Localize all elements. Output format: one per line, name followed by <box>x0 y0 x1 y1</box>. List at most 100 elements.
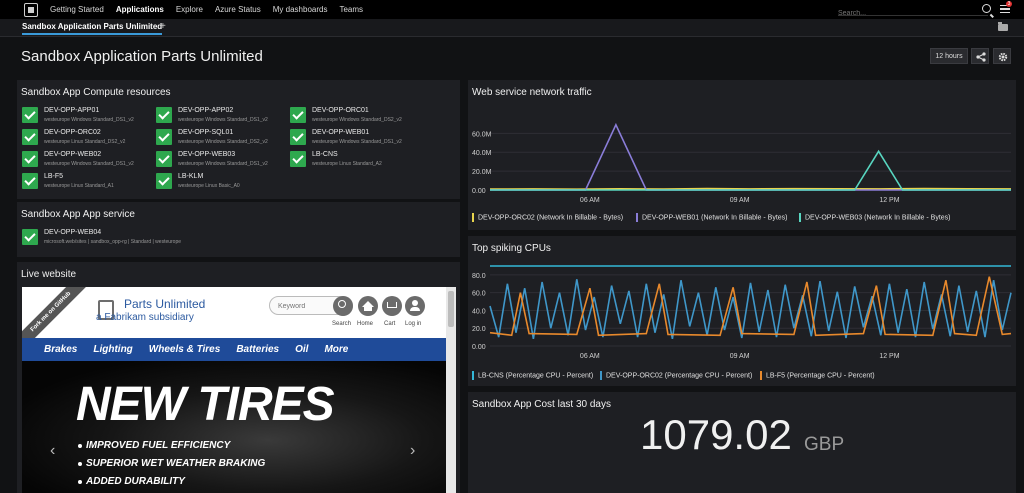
site-search-input[interactable] <box>278 300 338 312</box>
nav-more[interactable]: More <box>324 344 348 355</box>
user-icon <box>410 300 420 311</box>
nav-teams[interactable]: Teams <box>339 5 363 14</box>
resource-item[interactable]: LB-F5 westeurope Linux Standard_A1 <box>22 172 156 192</box>
resource-name: DEV-OPP-SQL01 <box>178 129 234 136</box>
resource-item[interactable]: DEV-OPP-WEB01 westeurope Windows Standard… <box>290 128 424 148</box>
share-button[interactable] <box>971 48 989 64</box>
legend-swatch <box>472 213 474 222</box>
hero-bullet: IMPROVED FUEL EFFICIENCY <box>77 440 231 451</box>
time-range-button[interactable]: 12 hours <box>930 48 968 64</box>
legend-label: DEV-OPP-ORC02 (Percentage CPU - Percent) <box>606 372 753 380</box>
resource-name: DEV-OPP-WEB01 <box>312 129 370 136</box>
scrollbar-thumb[interactable] <box>448 291 454 327</box>
site-cart-button[interactable] <box>382 296 402 316</box>
site-login-button[interactable] <box>405 296 425 316</box>
hero-bullet: SUPERIOR WET WEATHER BRAKING <box>77 458 266 469</box>
y-tick-label: 60.0M <box>472 131 492 138</box>
cost-title: Sandbox App Cost last 30 days <box>472 399 611 410</box>
legend-item[interactable]: DEV-OPP-WEB03 (Network In Billable - Byt… <box>799 213 951 222</box>
legend-item[interactable]: LB-F5 (Percentage CPU - Percent) <box>760 371 875 380</box>
resource-description: westeurope Windows Standard_DS1_v2 <box>178 117 268 123</box>
y-tick-label: 0.00 <box>472 344 486 351</box>
carousel-prev-icon[interactable]: ‹ <box>50 442 55 460</box>
home-label: Home <box>357 321 374 327</box>
legend-label: LB-CNS (Percentage CPU - Percent) <box>478 372 594 380</box>
resource-item[interactable]: DEV-OPP-WEB04 microsoft.web/sites | sand… <box>22 228 322 248</box>
nav-explore[interactable]: Explore <box>176 5 203 14</box>
site-search-button[interactable] <box>333 296 353 316</box>
resource-name: DEV-OPP-WEB04 <box>44 229 102 236</box>
carousel-next-icon[interactable]: › <box>410 442 415 460</box>
legend-swatch <box>472 371 474 380</box>
settings-button[interactable] <box>993 48 1011 64</box>
resource-item[interactable]: DEV-OPP-ORC01 westeurope Windows Standard… <box>290 106 424 126</box>
legend-item[interactable]: DEV-OPP-ORC02 (Network In Billable - Byt… <box>472 213 623 222</box>
check-icon <box>22 107 38 123</box>
tab-sandbox-application[interactable]: Sandbox Application Parts Unlimited <box>22 22 163 35</box>
resource-name: DEV-OPP-ORC01 <box>312 107 369 114</box>
nav-applications[interactable]: Applications <box>116 5 164 14</box>
check-icon <box>156 129 172 145</box>
site-scrollbar[interactable] <box>446 287 456 493</box>
nav-oil[interactable]: Oil <box>295 344 308 355</box>
resource-name: DEV-OPP-WEB03 <box>178 151 236 158</box>
resource-name: DEV-OPP-WEB02 <box>44 151 102 158</box>
network-traffic-panel: Web service network traffic 0.00 20.0M 40.… <box>468 80 1016 230</box>
resource-item[interactable]: DEV-OPP-APP01 westeurope Windows Standard… <box>22 106 156 126</box>
cost-value: 1079.02 <box>640 411 792 458</box>
resource-item[interactable]: DEV-OPP-WEB02 westeurope Windows Standard… <box>22 150 156 170</box>
resource-item[interactable]: DEV-OPP-WEB03 westeurope Windows Standard… <box>156 150 290 170</box>
hero-bullet: ADDED DURABILITY <box>78 476 185 487</box>
app-logo-icon[interactable] <box>24 2 38 17</box>
nav-batteries[interactable]: Batteries <box>236 344 279 355</box>
live-website-frame[interactable]: Fork me on GitHub Parts Unlimited a Fabr… <box>22 287 456 493</box>
legend-swatch <box>760 371 762 380</box>
compute-resources-title: Sandbox App Compute resources <box>21 87 171 98</box>
legend-item[interactable]: DEV-OPP-WEB01 (Network In Billable - Byt… <box>636 213 788 222</box>
resource-item[interactable]: DEV-OPP-SQL01 westeurope Windows Standard… <box>156 128 290 148</box>
resource-name: DEV-OPP-ORC02 <box>44 129 101 136</box>
legend-item[interactable]: LB-CNS (Percentage CPU - Percent) <box>472 371 593 380</box>
resource-description: westeurope Windows Standard_DS2_v2 <box>312 117 402 123</box>
nav-azure-status[interactable]: Azure Status <box>215 5 261 14</box>
site-home-button[interactable] <box>358 296 378 316</box>
y-tick-label: 40.0M <box>472 150 492 157</box>
folder-icon[interactable] <box>998 22 1008 31</box>
check-icon <box>156 107 172 123</box>
series-line <box>489 187 1012 191</box>
resource-description: westeurope Linux Standard_A1 <box>44 183 114 189</box>
legend-swatch <box>799 213 801 222</box>
x-tick-label: 12 PM <box>879 353 899 360</box>
resource-item[interactable]: LB-KLM westeurope Linux Basic_A0 <box>156 172 290 192</box>
y-tick-label: 20.0M <box>472 169 492 176</box>
nav-brakes[interactable]: Brakes <box>44 344 77 355</box>
dashboard-tab-bar: Sandbox Application Parts Unlimited + <box>0 19 1024 37</box>
resource-item[interactable]: LB-CNS westeurope Linux Standard_A2 <box>290 150 424 170</box>
x-tick-label: 09 AM <box>730 197 750 204</box>
resource-item[interactable]: DEV-OPP-APP02 westeurope Windows Standard… <box>156 106 290 126</box>
check-icon <box>290 107 306 123</box>
resource-description: microsoft.web/sites | sandbox_opp-rg | S… <box>44 239 182 245</box>
site-brand-name: Parts Unlimited <box>124 297 206 311</box>
add-tab-button[interactable]: + <box>160 21 166 32</box>
share-icon <box>976 52 986 62</box>
nav-wheels-tires[interactable]: Wheels & Tires <box>149 344 221 355</box>
notification-badge: 3 <box>1006 1 1012 7</box>
legend-item[interactable]: DEV-OPP-ORC02 (Percentage CPU - Percent) <box>600 371 752 380</box>
resource-name: DEV-OPP-APP02 <box>178 107 234 114</box>
check-icon <box>156 173 172 189</box>
nav-getting-started[interactable]: Getting Started <box>50 5 104 14</box>
live-website-title: Live website <box>21 269 77 280</box>
nav-lighting[interactable]: Lighting <box>93 344 132 355</box>
legend-label: DEV-OPP-WEB03 (Network In Billable - Byt… <box>805 214 951 222</box>
legend-label: LB-F5 (Percentage CPU - Percent) <box>766 372 875 380</box>
resource-description: westeurope Windows Standard_DS1_v2 <box>44 117 134 123</box>
search-icon[interactable] <box>982 4 991 13</box>
compute-resources-panel: Sandbox App Compute resources DEV-OPP-AP… <box>17 80 460 199</box>
nav-my-dashboards[interactable]: My dashboards <box>273 5 328 14</box>
legend-swatch <box>636 213 638 222</box>
page-title: Sandbox Application Parts Unlimited <box>21 48 263 65</box>
resource-item[interactable]: DEV-OPP-ORC02 westeurope Linux Standard_D… <box>22 128 156 148</box>
check-icon <box>290 129 306 145</box>
x-tick-label: 06 AM <box>580 353 600 360</box>
